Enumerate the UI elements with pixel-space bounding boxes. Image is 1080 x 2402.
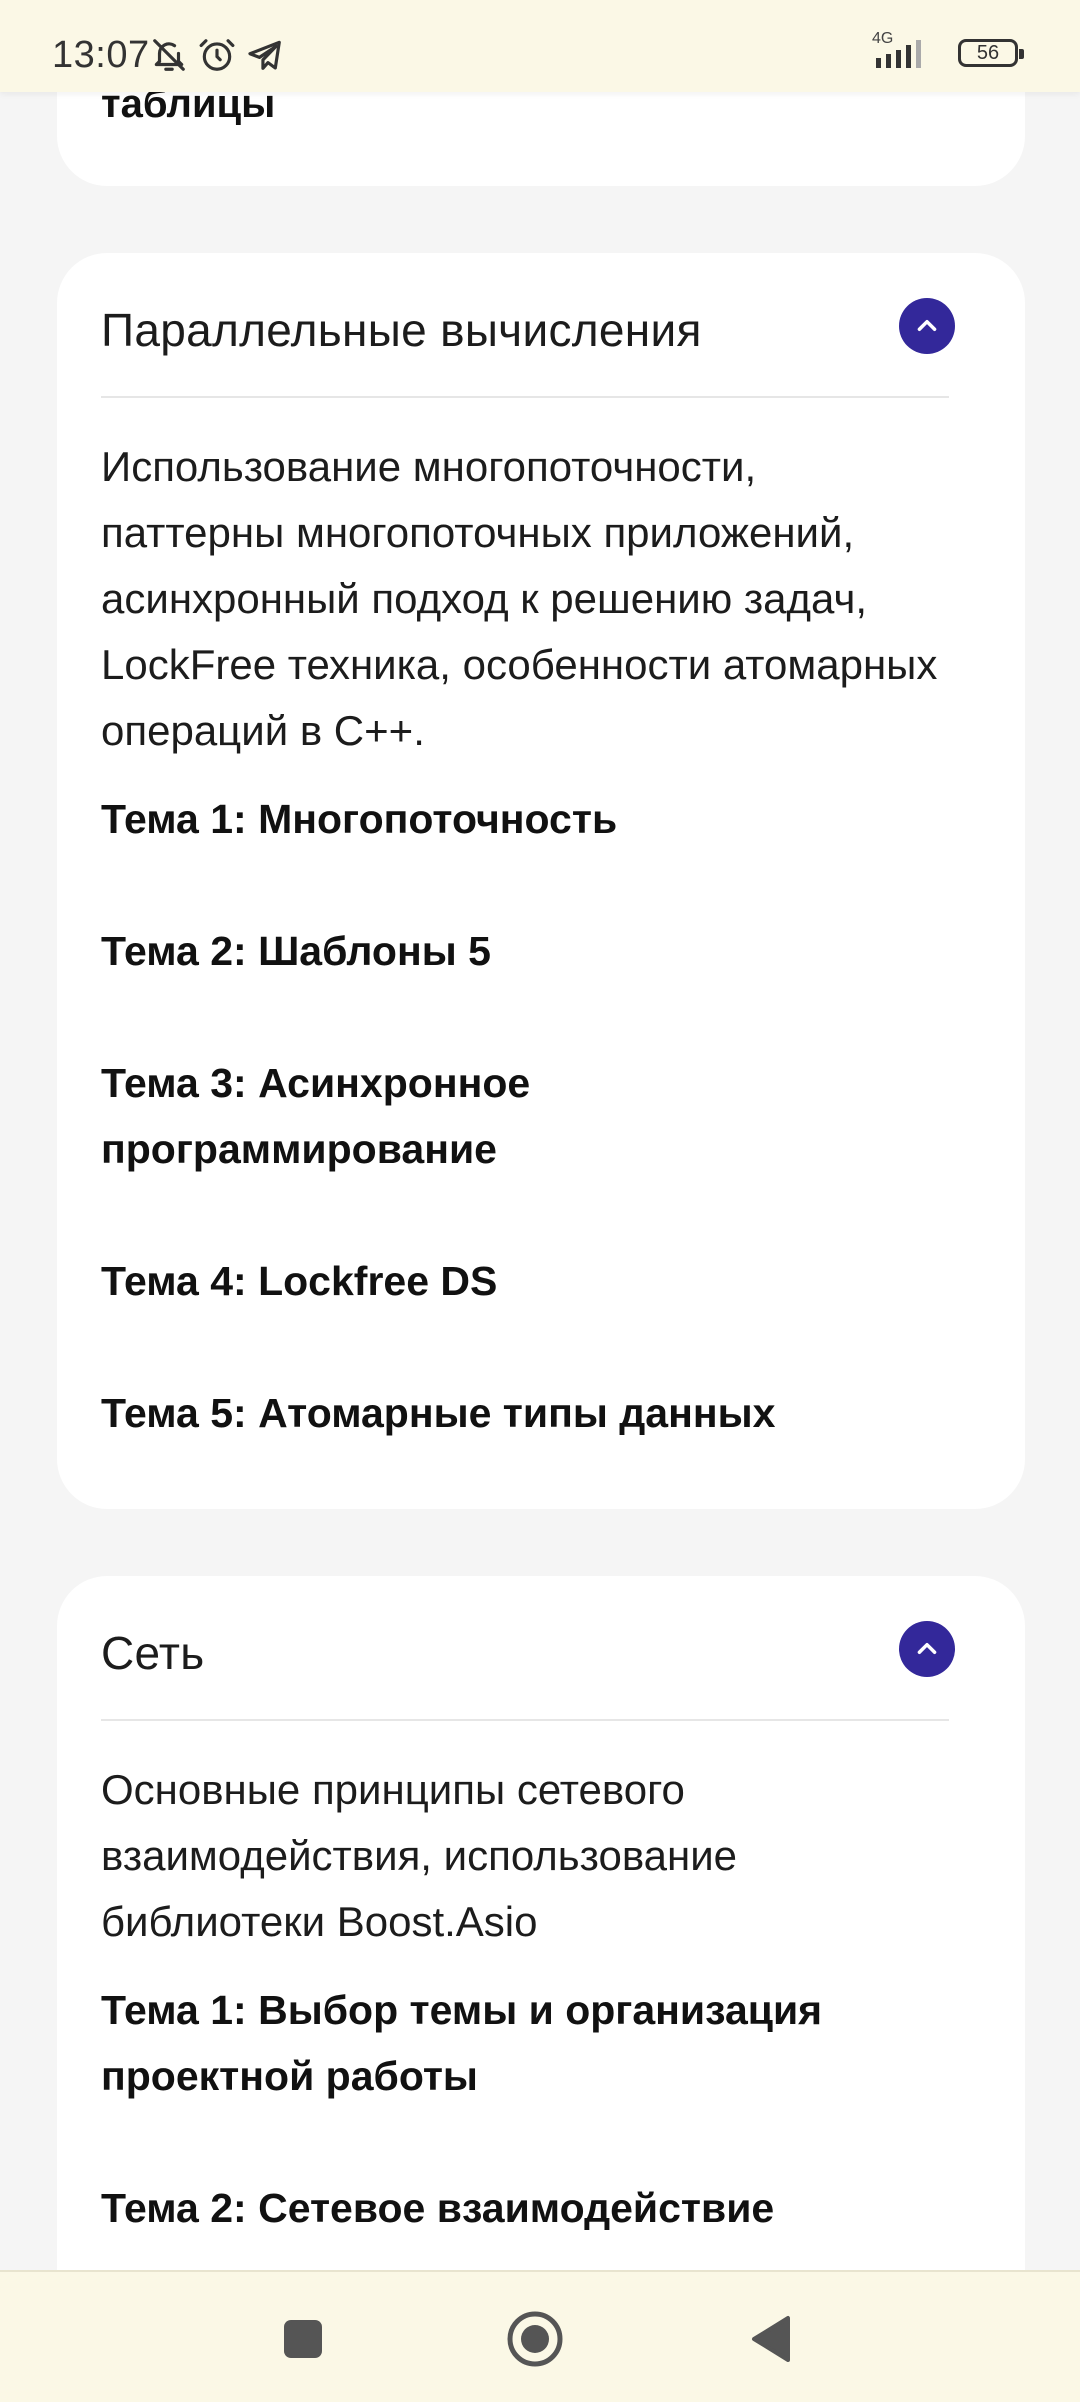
- topic-list: Тема 1: Выбор темы и организация проектн…: [101, 1977, 949, 2241]
- chevron-up-icon: [917, 1642, 937, 1654]
- back-button[interactable]: [735, 2304, 805, 2374]
- section-description: Использование многопоточности, паттерны …: [101, 443, 938, 754]
- home-circle-icon: [507, 2311, 563, 2367]
- battery-icon: 56: [958, 39, 1024, 67]
- status-time: 13:07: [52, 34, 150, 76]
- recents-square-icon: [284, 2320, 322, 2358]
- topic-list: Тема 1: Многопоточность Тема 2: Шаблоны …: [101, 786, 949, 1446]
- topic-item: Тема 4: Lockfree DS: [101, 1258, 498, 1304]
- topic-item: Тема 3: Асинхронное программирование: [101, 1060, 531, 1172]
- section-header[interactable]: Сеть: [101, 1576, 955, 1721]
- bell-off-icon: [150, 36, 188, 74]
- back-triangle-icon: [752, 2316, 790, 2362]
- status-bar: 13:07 4G 56: [0, 0, 1080, 92]
- section-title: Параллельные вычисления: [101, 304, 702, 356]
- topic-item: Тема 2: Сетевое взаимодействие: [101, 2185, 775, 2231]
- section-card-parallel: Параллельные вычисления Использование мн…: [57, 253, 1025, 1509]
- home-button[interactable]: [500, 2304, 570, 2374]
- status-system-icons: 4G 56: [872, 30, 1024, 70]
- topic-item: Тема 1: Выбор темы и организация проектн…: [101, 1987, 823, 2099]
- chevron-up-icon: [917, 319, 937, 331]
- content-scroll[interactable]: таблицы Параллельные вычисления Использо…: [0, 0, 1080, 2270]
- battery-level: 56: [976, 41, 1000, 64]
- section-description: Основные принципы сетевого взаимодействи…: [101, 1766, 738, 1945]
- recents-button[interactable]: [268, 2304, 338, 2374]
- topic-item: Тема 1: Многопоточность: [101, 796, 618, 842]
- topic-item: Тема 5: Атомарные типы данных: [101, 1390, 776, 1436]
- section-card-network: Сеть Основные принципы сетевого взаимоде…: [57, 1576, 1025, 2270]
- section-title: Сеть: [101, 1627, 205, 1679]
- section-header[interactable]: Параллельные вычисления: [101, 253, 955, 398]
- telegram-icon: [246, 36, 284, 74]
- alarm-icon: [198, 36, 236, 74]
- collapse-button[interactable]: [899, 298, 955, 354]
- navigation-bar: [0, 2270, 1080, 2402]
- signal-icon: 4G: [872, 30, 942, 70]
- status-notification-icons: [150, 36, 284, 74]
- topic-item: Тема 2: Шаблоны 5: [101, 928, 491, 974]
- collapse-button[interactable]: [899, 1621, 955, 1677]
